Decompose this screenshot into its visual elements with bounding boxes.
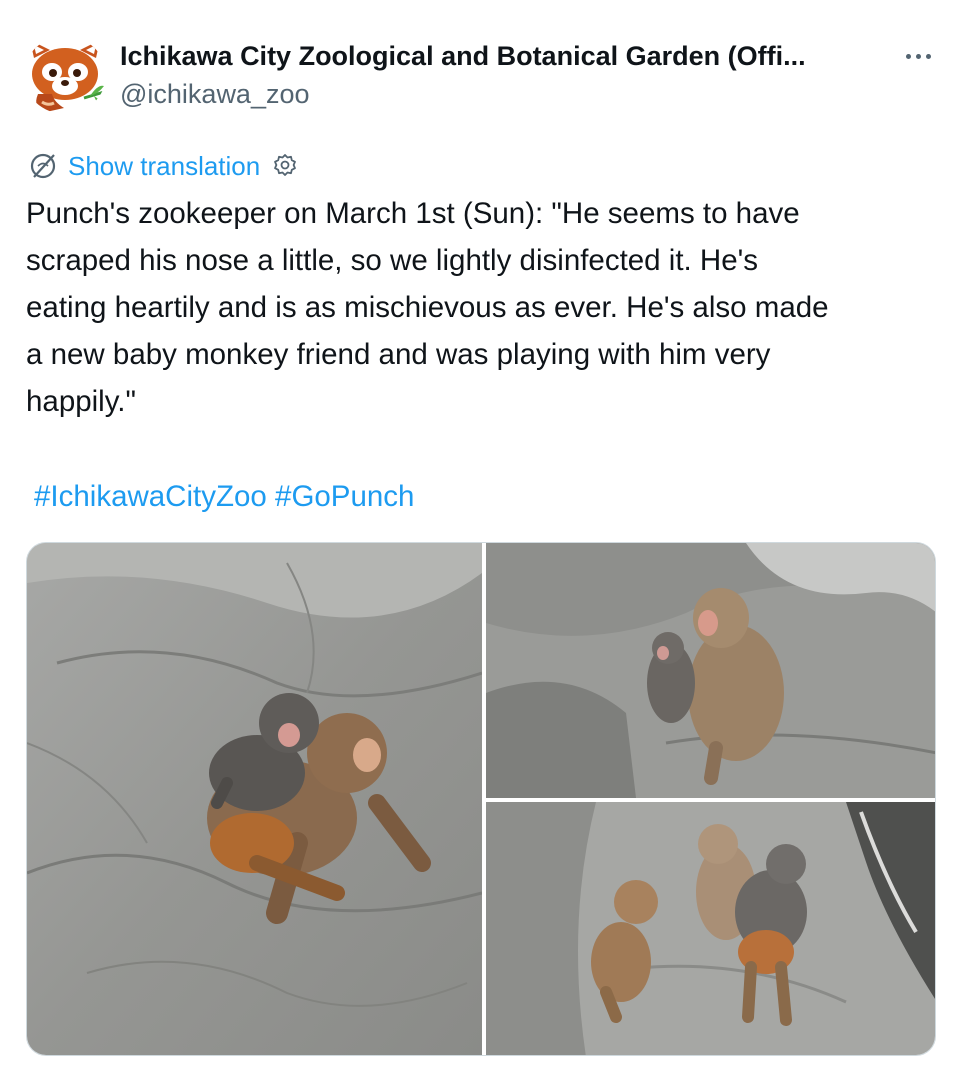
red-panda-icon — [24, 36, 106, 114]
media-grid — [26, 542, 936, 1056]
show-translation-row: Show translation — [28, 146, 298, 186]
more-options-button[interactable] — [896, 38, 940, 74]
tweet-text: Punch's zookeeper on March 1st (Sun): "H… — [26, 197, 829, 418]
hashtag-link[interactable]: #IchikawaCityZoo — [34, 480, 267, 513]
gear-icon[interactable] — [272, 153, 298, 179]
photo-monkeys-riding[interactable] — [27, 543, 482, 1055]
account-handle[interactable]: @ichikawa_zoo — [120, 76, 310, 112]
display-name[interactable]: Ichikawa City Zoological and Botanical G… — [120, 38, 910, 74]
translate-globe-icon — [30, 153, 56, 179]
more-dots-icon — [905, 53, 911, 59]
avatar[interactable] — [24, 36, 106, 114]
photo-monkey-with-baby[interactable] — [486, 543, 935, 798]
hashtags: #IchikawaCityZoo #GoPunch — [34, 473, 414, 520]
hashtag-link[interactable]: #GoPunch — [275, 480, 414, 513]
tweet-header: Ichikawa City Zoological and Botanical G… — [24, 36, 936, 116]
photo-monkey-group[interactable] — [486, 802, 935, 1055]
show-translation-link[interactable]: Show translation — [68, 151, 260, 182]
